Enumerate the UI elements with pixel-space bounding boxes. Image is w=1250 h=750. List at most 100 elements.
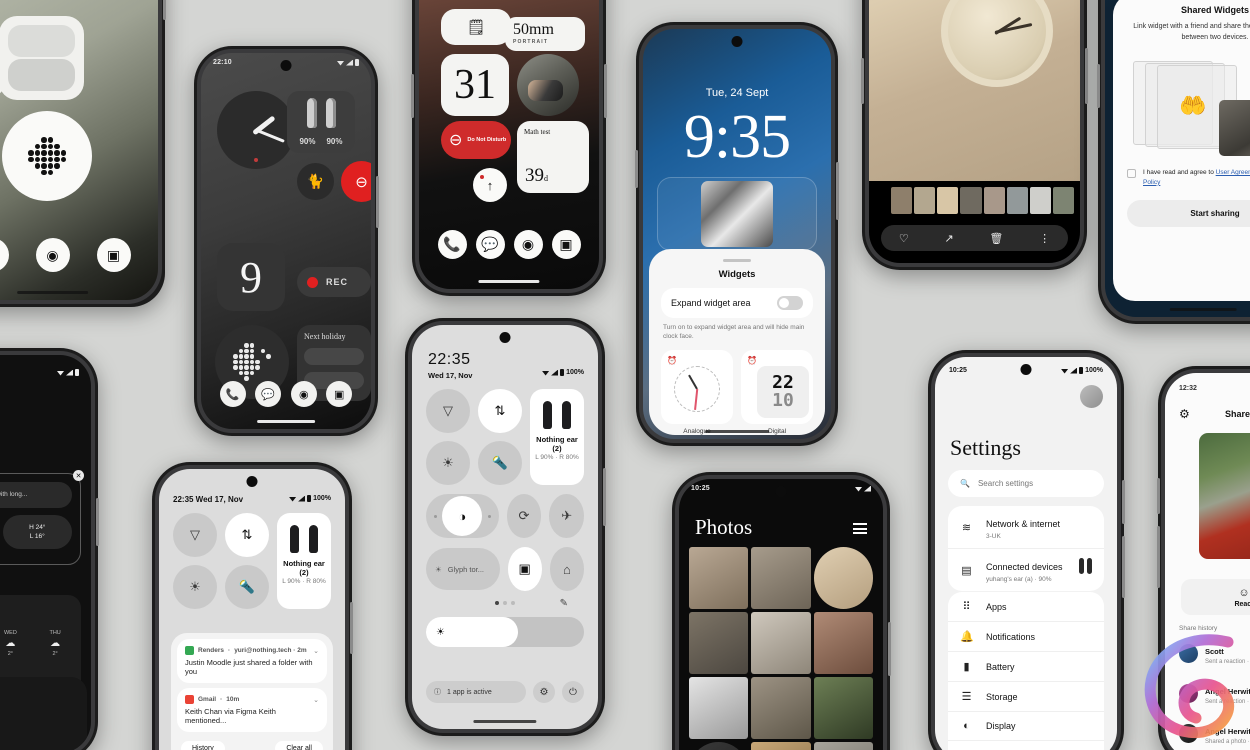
camera-icon[interactable]: ▣ — [551, 230, 581, 259]
tile-brightness[interactable]: ☀ — [426, 441, 470, 485]
camera-icon[interactable]: ▣ — [96, 238, 131, 272]
countdown-widget[interactable]: Math test 39d — [517, 121, 589, 193]
brightness-slider[interactable]: ☀ — [426, 617, 584, 647]
digital-clock-option[interactable]: ⏰ 22 10 — [741, 349, 813, 424]
photo-tile[interactable] — [751, 547, 811, 609]
rec-widget[interactable]: REC — [297, 267, 371, 297]
expand-widget-area-row[interactable]: Expand widget area — [661, 288, 813, 318]
chevron-down-icon[interactable]: ⌄ — [313, 647, 319, 655]
photo-filmstrip[interactable] — [891, 187, 1074, 214]
settings-row-sound[interactable]: ◀)) Sound & vibration — [948, 740, 1104, 750]
lens-widget[interactable]: 50mm PORTRAIT — [505, 17, 585, 51]
tile-rotate[interactable]: ⟳ — [506, 494, 542, 538]
photo-tile[interactable] — [813, 547, 873, 609]
photo-tile[interactable] — [813, 612, 873, 674]
chrome-icon[interactable]: ◉ — [513, 230, 543, 259]
settings-row-connected-devices[interactable]: ▤ Connected devices yuhang's ear (a) · 9… — [948, 548, 1104, 591]
settings-row-storage[interactable]: ☰ Storage — [948, 681, 1104, 711]
connected-device-card[interactable]: Nothing ear (2) L 90% · R 80% — [277, 513, 331, 609]
consent-checkbox[interactable] — [1127, 169, 1136, 178]
photo-tile[interactable] — [751, 677, 811, 739]
photo-tile[interactable] — [689, 547, 749, 609]
search-input[interactable]: 🔍 Search settings — [948, 470, 1104, 497]
analog-clock-widget[interactable] — [217, 91, 295, 169]
tile-wifi[interactable]: ▽ — [173, 513, 217, 557]
settings-row-display[interactable]: ◐ Display — [948, 711, 1104, 740]
shared-photo[interactable] — [1199, 433, 1250, 559]
calendar-widget[interactable]: 31 — [441, 54, 509, 116]
settings-row-network[interactable]: ≋ Network & internet 3-UK — [948, 506, 1104, 548]
arrow-up-widget[interactable]: ↑ — [473, 168, 507, 202]
photo-tile[interactable] — [751, 742, 811, 750]
close-icon[interactable]: ✕ — [73, 470, 84, 481]
photo-tile[interactable] — [689, 612, 749, 674]
avatar[interactable] — [1080, 385, 1103, 408]
history-item[interactable]: Angel Herwitz Sent a reaction · 10m — [1179, 681, 1250, 705]
connected-device-card[interactable]: Nothing ear (2) L 90% · R 80% — [530, 389, 584, 485]
photo-tile[interactable] — [813, 742, 873, 750]
tile-airplane[interactable]: ✈ — [549, 494, 585, 538]
react-button[interactable]: ☺ React — [1181, 579, 1250, 615]
phone-icon[interactable]: 📞 — [437, 230, 467, 259]
messages-icon[interactable]: 💬 — [255, 381, 282, 407]
photo-tile[interactable] — [813, 677, 873, 739]
consent-row[interactable]: I have read and agree to User Agreement … — [1127, 168, 1250, 188]
photo-tile[interactable] — [689, 677, 749, 739]
pet-icon[interactable]: 🐈 — [297, 163, 334, 200]
qs-date: Wed 17, Nov — [428, 371, 473, 380]
tile-vibrate[interactable]: ◑ — [426, 494, 499, 538]
hamburger-icon[interactable] — [853, 523, 867, 534]
share-icon[interactable]: ↗ — [944, 232, 953, 245]
settings-row-apps[interactable]: ⠿ Apps — [948, 592, 1104, 621]
start-sharing-button[interactable]: Start sharing — [1127, 199, 1250, 227]
power-icon[interactable]: ⏻ — [562, 681, 584, 703]
do-not-disturb-icon[interactable]: ⊖ — [341, 161, 371, 202]
earbuds-case-widget[interactable] — [0, 16, 84, 100]
do-not-disturb-widget[interactable]: ⊖ Do Not Disturb — [441, 121, 511, 159]
messages-icon[interactable]: 💬 — [0, 238, 9, 272]
user-agreement-link[interactable]: User Agreement — [1216, 169, 1250, 176]
analogue-clock-option[interactable]: ⏰ — [661, 349, 733, 424]
tile-brightness[interactable]: ☀ — [173, 565, 217, 609]
expand-toggle[interactable] — [777, 296, 803, 310]
more-icon[interactable]: ⋮ — [1039, 232, 1050, 245]
tile-wifi[interactable]: ▽ — [426, 389, 470, 433]
tile-mobile-data[interactable]: ⇅ — [225, 513, 269, 557]
tile-glyph-torch[interactable]: ☀ Glyph tor... — [426, 548, 500, 590]
note-widget[interactable]: 🗒 — [441, 9, 511, 45]
earbuds-battery-widget[interactable]: 90% 90% — [287, 91, 355, 153]
calendar-day-widget[interactable]: 9 — [217, 243, 285, 311]
pencil-icon[interactable]: ✎ — [560, 598, 568, 609]
history-item[interactable]: Angel Herwitz Shared a photo · 10m — [1179, 721, 1250, 745]
glyph-dots-widget[interactable] — [2, 111, 92, 201]
favourite-icon[interactable]: ♡ — [899, 232, 909, 245]
messages-icon[interactable]: 💬 — [475, 230, 505, 259]
photo-tile[interactable] — [751, 612, 811, 674]
phone-icon[interactable]: 📞 — [219, 381, 246, 407]
photo-tile[interactable] — [689, 742, 749, 750]
notification-item[interactable]: Gmail · 10m Keith Chan via Figma Keith m… — [177, 688, 327, 732]
settings-row-battery[interactable]: ▮ Battery — [948, 651, 1104, 681]
clear-all-button[interactable]: Clear all — [275, 741, 323, 750]
tile-flashlight[interactable]: 🔦 — [478, 441, 522, 485]
tile-flashlight[interactable]: 🔦 — [225, 565, 269, 609]
notification-item[interactable]: Renders · yuri@nothing.tech · 2m Justin … — [177, 639, 327, 683]
gear-icon[interactable]: ⚙ — [1179, 407, 1190, 421]
tile-screenshot[interactable]: ▣ — [507, 547, 542, 591]
chrome-icon[interactable]: ◉ — [290, 381, 317, 407]
chrome-icon[interactable]: ◉ — [35, 238, 70, 272]
history-item[interactable]: Scott Sent a reaction · Phot — [1179, 641, 1250, 665]
settings-row-notifications[interactable]: 🔔 Notifications — [948, 621, 1104, 651]
tile-mobile-data[interactable]: ⇅ — [478, 389, 522, 433]
photo-circle-widget[interactable] — [517, 54, 579, 116]
grabber-handle[interactable] — [723, 259, 751, 262]
settings-icon[interactable]: ⚙ — [533, 681, 555, 703]
tile-home[interactable]: ⌂ — [549, 547, 584, 591]
weather-widget-card[interactable]: ✕ ⛅ Partly cloudy with long... -00° H 24… — [0, 470, 84, 565]
history-button[interactable]: History — [181, 741, 225, 750]
active-apps-button[interactable]: ⓘ 1 app is active — [426, 681, 526, 703]
chevron-down-icon[interactable]: ⌄ — [313, 696, 319, 704]
delete-icon[interactable]: 🗑 — [989, 232, 1003, 245]
camera-icon[interactable]: ▣ — [326, 381, 353, 407]
widget-zone[interactable] — [657, 177, 817, 251]
